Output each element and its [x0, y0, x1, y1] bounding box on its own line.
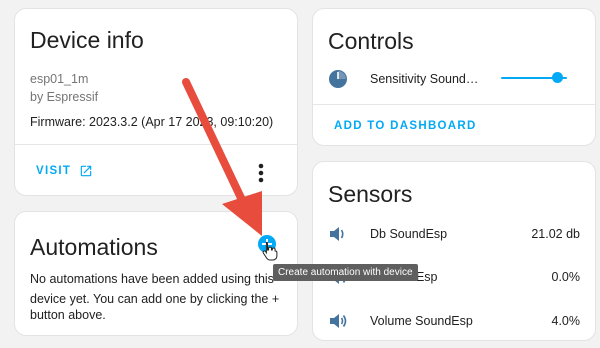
sensor-label-db: Db SoundEsp — [370, 227, 448, 241]
visit-label: VISIT — [36, 165, 72, 177]
controls-divider — [313, 104, 595, 105]
sensor-label-volume: Volume SoundEsp — [370, 314, 473, 328]
sensor-value-row2: 0.0% — [551, 270, 581, 284]
sensor-value-db: 21.02 db — [531, 227, 580, 241]
sensors-card: Sensors Db SoundEsp 21.02 db dEsp 0.0% V… — [312, 161, 596, 341]
sensors-title: Sensors — [328, 181, 413, 207]
device-firmware: Firmware: 2023.3.2 (Apr 17 2023, 09:10:2… — [30, 115, 274, 129]
volume-icon — [330, 314, 347, 328]
device-info-title: Device info — [30, 27, 144, 53]
more-vert-icon[interactable] — [251, 161, 271, 185]
sensitivity-slider[interactable] — [501, 71, 567, 85]
device-info-divider — [15, 144, 297, 145]
device-model: esp01_1m — [30, 72, 89, 86]
sound-wave-icon — [330, 227, 344, 241]
pointer-cursor-icon — [262, 242, 278, 261]
automations-empty-line2: device yet. You can add one by clicking … — [30, 292, 280, 306]
automations-card: Automations No automations have been add… — [14, 211, 298, 336]
automations-empty-line1: No automations have been added using thi… — [30, 272, 274, 286]
gauge-icon — [329, 70, 347, 88]
create-automation-tooltip: Create automation with device — [273, 264, 418, 281]
automations-empty-line3: button above. — [30, 308, 106, 322]
control-label-sensitivity: Sensitivity Sound… — [370, 72, 479, 86]
add-to-dashboard-button[interactable]: ADD TO DASHBOARD — [334, 120, 477, 132]
sensor-value-volume: 4.0% — [551, 314, 581, 328]
device-info-card: Device info esp01_1m by Espressif Firmwa… — [14, 8, 298, 196]
device-manufacturer: by Espressif — [30, 90, 99, 104]
visit-button[interactable]: VISIT — [36, 164, 93, 178]
controls-card: Controls Sensitivity Sound… ADD TO DASHB… — [312, 8, 596, 146]
controls-title: Controls — [328, 28, 414, 54]
open-in-new-icon — [81, 165, 92, 177]
automations-title: Automations — [30, 234, 158, 260]
slider-thumb[interactable] — [552, 72, 563, 83]
